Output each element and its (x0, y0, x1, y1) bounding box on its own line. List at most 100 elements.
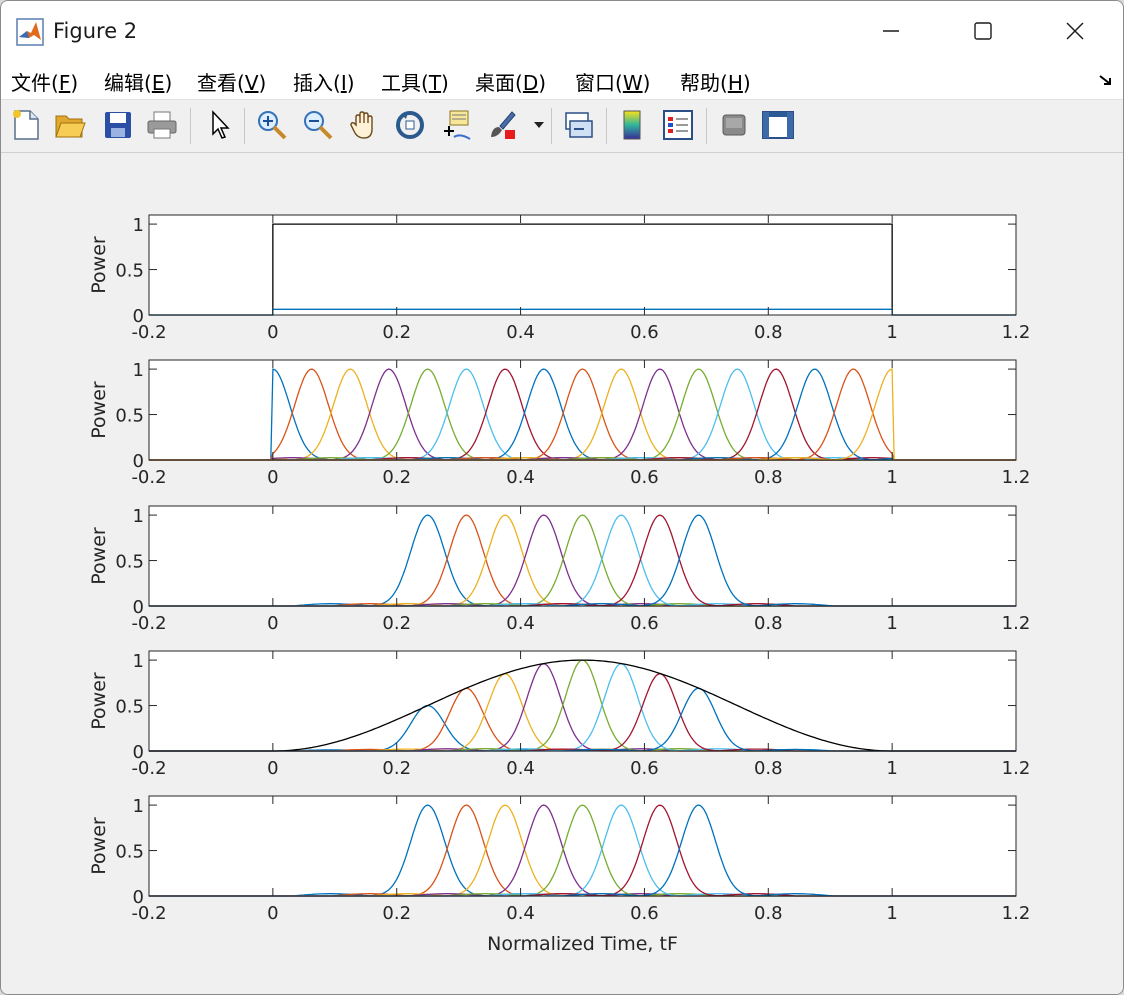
x-tick-label: 0.8 (754, 322, 783, 343)
zoom-out-icon[interactable] (301, 108, 335, 142)
x-tick-label: 1.2 (1002, 903, 1031, 924)
figure-canvas-area: -0.2 0 0.2 0.4 0.6 0.8 1 1.2 0 0.5 1 Power -0.2 0 0.2 0… (1, 153, 1123, 994)
y-tick-label: 1 (133, 215, 144, 236)
maximize-icon (974, 22, 992, 40)
toolbar-separator (606, 108, 607, 144)
undock-arrow-icon[interactable] (1097, 71, 1115, 89)
x-tick-label: 0 (267, 322, 278, 343)
y-tick-label: 0 (133, 306, 144, 327)
y-tick-label: 1 (133, 360, 144, 381)
x-tick-label: 1 (886, 758, 897, 779)
toolbar-separator (190, 108, 191, 144)
subplot-5: -0.2 0 0.2 0.4 0.6 0.8 1 1.200.51Power (88, 795, 1031, 924)
x-tick-label: 0.8 (754, 758, 783, 779)
hide-plot-tools-icon[interactable] (717, 108, 751, 142)
x-tick-label: 0.2 (382, 467, 411, 488)
menu-desktop[interactable]: 桌面(D) (475, 67, 546, 96)
menu-insert[interactable]: 插入(I) (293, 67, 355, 96)
rotate-3d-icon[interactable] (393, 108, 427, 142)
x-tick-label: 1 (886, 903, 897, 924)
x-tick-label: 0.2 (382, 322, 411, 343)
menu-help[interactable]: 帮助(H) (680, 67, 751, 96)
x-tick-label: 0.6 (630, 903, 659, 924)
close-icon (1066, 22, 1084, 40)
subplot-3: -0.2 0 0.2 0.4 0.6 0.8 1 1.200.51Power (88, 505, 1030, 634)
axes-background (149, 651, 1016, 751)
menu-view[interactable]: 查看(V) (197, 67, 266, 96)
new-figure-icon[interactable] (9, 108, 43, 142)
y-axis-label: Power (88, 381, 110, 439)
toolbar-separator (706, 108, 707, 144)
minimize-icon (883, 30, 899, 32)
y-tick-label: 0 (133, 597, 144, 618)
x-tick-label: 0 (267, 903, 278, 924)
y-axis-label: Power (88, 817, 110, 875)
brush-icon[interactable] (485, 108, 519, 142)
y-axis-label: Power (88, 672, 110, 730)
minimize-button[interactable] (845, 1, 937, 61)
y-tick-label: 0.5 (115, 842, 144, 863)
x-tick-label: 0.4 (506, 322, 535, 343)
close-button[interactable] (1029, 1, 1121, 61)
menu-window[interactable]: 窗口(W) (575, 67, 650, 96)
x-tick-label: 1 (886, 322, 897, 343)
x-tick-label: 0 (267, 467, 278, 488)
x-tick-label: 0.6 (630, 322, 659, 343)
pan-hand-icon[interactable] (347, 108, 381, 142)
x-axis-label: Normalized Time, tF (487, 933, 678, 955)
save-icon[interactable] (101, 108, 135, 142)
y-tick-label: 1 (133, 506, 144, 527)
x-tick-label: 0.6 (630, 467, 659, 488)
y-axis-label: Power (88, 527, 110, 585)
x-tick-label: 0.4 (506, 467, 535, 488)
matlab-logo-icon (16, 18, 44, 46)
figure-window: Figure 2 文件(F) 编辑(E) 查看(V) 插入(I) 工具(T) 桌… (0, 0, 1124, 995)
y-tick-label: 0 (133, 451, 144, 472)
subplot-4: -0.2 0 0.2 0.4 0.6 0.8 1 1.200.51Power (88, 650, 1031, 779)
pointer-icon[interactable] (203, 108, 237, 142)
axes-background (149, 215, 1016, 315)
x-tick-label: 0.8 (754, 467, 783, 488)
maximize-button[interactable] (937, 1, 1029, 61)
toolbar-separator (551, 108, 552, 144)
x-tick-label: 0.8 (754, 903, 783, 924)
x-tick-label: 0 (267, 613, 278, 634)
colorbar-icon[interactable] (615, 108, 649, 142)
figure-chart[interactable]: -0.2 0 0.2 0.4 0.6 0.8 1 1.200.51Power-0.2 0 0.2 0… (1, 153, 1123, 994)
x-tick-label: 1 (886, 613, 897, 634)
brush-dropdown-icon[interactable] (531, 108, 547, 142)
x-tick-label: 0.2 (382, 613, 411, 634)
show-plot-tools-icon[interactable] (761, 108, 795, 142)
figure-toolbar (1, 100, 1123, 153)
x-tick-label: 0.8 (754, 613, 783, 634)
legend-icon[interactable] (661, 108, 695, 142)
x-tick-label: 0.4 (506, 903, 535, 924)
x-tick-label: 1 (886, 467, 897, 488)
menu-file[interactable]: 文件(F) (11, 67, 78, 96)
toolbar-separator (244, 108, 245, 144)
link-plot-icon[interactable] (561, 108, 595, 142)
subplot-1: -0.2 0 0.2 0.4 0.6 0.8 1 1.200.51Power (88, 214, 1030, 343)
y-tick-label: 0.5 (115, 261, 144, 282)
x-tick-label: 0.2 (382, 903, 411, 924)
menu-tools[interactable]: 工具(T) (381, 67, 449, 96)
open-file-icon[interactable] (53, 108, 87, 142)
x-tick-label: 1.2 (1002, 758, 1031, 779)
y-tick-label: 1 (133, 651, 144, 672)
x-tick-label: 0 (267, 758, 278, 779)
x-tick-label: 1.2 (1002, 467, 1031, 488)
x-tick-label: 0.4 (506, 613, 535, 634)
y-tick-label: 1 (133, 796, 144, 817)
x-tick-label: 0.2 (382, 758, 411, 779)
menu-edit[interactable]: 编辑(E) (104, 67, 172, 96)
menu-bar: 文件(F) 编辑(E) 查看(V) 插入(I) 工具(T) 桌面(D) 窗口(W… (1, 61, 1123, 100)
x-tick-label: 0.4 (506, 758, 535, 779)
y-axis-label: Power (88, 236, 110, 294)
zoom-in-icon[interactable] (255, 108, 289, 142)
print-icon[interactable] (145, 108, 179, 142)
x-tick-label: 0.6 (630, 613, 659, 634)
y-tick-label: 0.5 (115, 406, 144, 427)
y-tick-label: 0.5 (115, 552, 144, 573)
axes-background (149, 506, 1016, 606)
data-cursor-icon[interactable] (439, 108, 473, 142)
